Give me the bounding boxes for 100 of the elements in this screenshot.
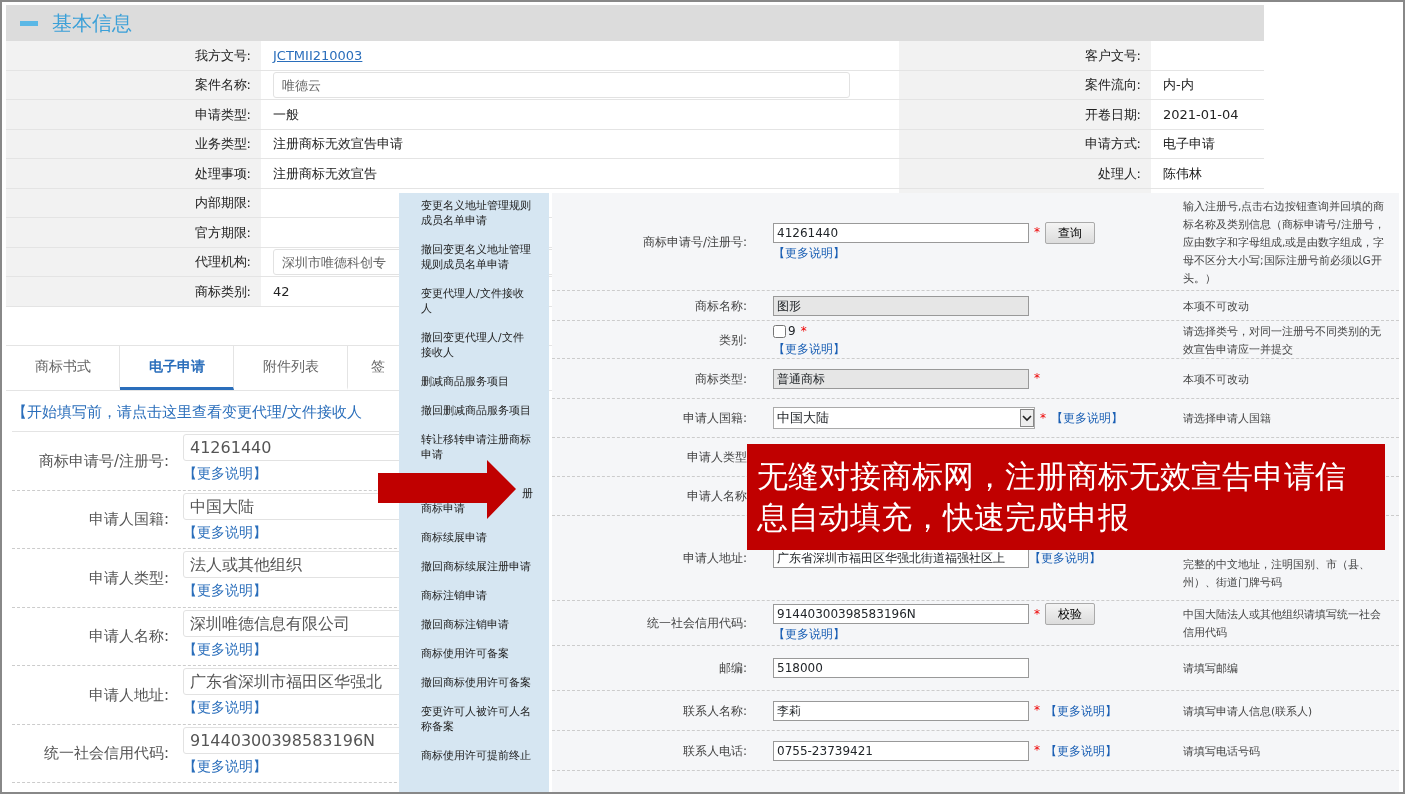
checkbox-label: 9 [788,323,796,338]
menu-item[interactable]: 撤回商标使用许可备案 [421,675,533,690]
menu-item[interactable]: 撤回删减商品服务项目 [421,403,533,418]
field-label: 申请人类型: [87,567,170,589]
input-field[interactable]: 0755-23739421 [773,740,1029,761]
dropdown-icon[interactable] [1020,409,1034,427]
input-field: 图形 [773,295,1029,316]
checkbox[interactable] [773,324,786,338]
input-field: 普通商标 [773,368,1029,389]
input-field[interactable]: 广东省深圳市福田区华强北街道福强社区上 [773,548,1029,568]
hint-text: 请填写邮编 [1183,661,1239,676]
field-label: 申请方式: [1084,135,1141,153]
field-value: 内-内 [1163,76,1194,94]
field-label: 统一社会信用代码: [645,615,747,632]
field-label: 申请类型: [194,105,251,124]
more-info-link[interactable]: 【更多说明】 [773,341,845,356]
field-label: 联系人电话: [681,742,747,760]
field-label: 代理机构: [194,253,251,271]
field-label: 官方期限: [194,223,251,242]
menu-item[interactable]: 变更许可人被许可人名称备案 [421,704,533,734]
action-button[interactable]: 查询 [1045,221,1095,244]
field-label: 申请人国籍: [87,509,170,530]
hint-text: 请选择类号，对同一注册号不同类别的无效宣告申请应一并提交 [1183,323,1382,357]
field-label: 申请人名称: [87,626,170,647]
menu-item[interactable]: 撤回变更代理人/文件接收人 [421,330,533,360]
required-mark: * [1034,703,1040,717]
tab[interactable]: 附件列表 [234,345,348,390]
field-label: 商标申请号/注册号: [37,450,170,472]
field-label: 申请人地址: [87,684,170,706]
field-label: 商标名称: [693,297,747,315]
hint-text: 本项不可改动 [1183,371,1250,387]
input-field[interactable]: 李莉 [773,700,1029,721]
hint-text: 中国大陆法人或其他组织请填写统一社会信用代码 [1183,607,1382,640]
field-value: 42 [273,282,290,301]
menu-item[interactable]: 商标使用许可提前终止 [421,748,533,763]
more-info-link[interactable]: 【更多说明】 [773,627,845,641]
field-label: 处理人: [1097,164,1141,183]
hint-text: 请选择申请人国籍 [1183,411,1272,426]
more-info-link[interactable]: 【更多说明】 [1029,550,1101,565]
more-info-link[interactable]: 【更多说明】 [773,245,845,260]
tab[interactable]: 签 [348,345,408,390]
required-mark: * [1034,371,1040,385]
menu-item[interactable]: 删减商品服务项目 [421,374,533,389]
menu-item[interactable]: 撤回商标注销申请 [421,617,533,632]
menu-item[interactable]: 撤回商标续展注册申请 [421,559,533,574]
field-value: 电子申请 [1163,135,1215,153]
tab[interactable]: 电子申请 [120,345,234,390]
hint-text: 完整的中文地址，注明国别、市（县、州）、街道门牌号码 [1183,557,1371,590]
field-label: 类别: [717,331,747,349]
tab[interactable]: 商标书式 [6,345,120,390]
case-number-link[interactable]: JCTMII210003 [273,45,363,65]
input-field[interactable]: 91440300398583196N [773,604,1029,624]
required-mark: * [1034,743,1040,757]
menu-item[interactable]: 商标使用许可备案 [421,646,533,661]
menu-item[interactable]: 变更名义地址管理规则成员名单申请 [421,198,533,228]
field-label: 商标申请号/注册号: [641,233,747,251]
callout-text: 无缝对接商标网，注册商标无效宣告申请信息自动填充，快速完成申报 [757,458,1346,535]
field-label: 申请人地址: [681,550,747,567]
field-value: 2021-01-04 [1163,105,1239,124]
section-title: 基本信息 [52,10,132,37]
menu-item[interactable]: 转让移转申请注册商标申请 [421,432,533,462]
field-label: 客户文号: [1084,46,1141,65]
field-label: 申请人国籍: [681,410,747,427]
input-field[interactable]: 41261440 [773,222,1029,243]
field-label: 联系人名称: [681,702,747,720]
hint-text: 输入注册号,点击右边按钮查询并回填的商标名称及类别信息（商标申请号/注册号，应由数字和字母组成,或是由数字组成，字母不区分大小写;国际注册号前必须以G开头。） [1183,198,1386,286]
menu-item[interactable]: 册 [522,487,533,499]
field-label: 处理事项: [194,164,251,183]
input-field[interactable]: 唯德云 [273,71,850,98]
field-label: 申请人类型 [686,449,747,466]
hint-text: 本项不可改动 [1183,298,1250,314]
field-value: 陈伟林 [1163,164,1202,183]
required-mark: * [800,323,807,338]
field-label: 商标类型: [693,370,747,388]
more-info-link[interactable]: 【更多说明】 [1045,743,1117,757]
field-value: 一般 [273,105,299,124]
field-label: 我方文号: [194,46,251,65]
select-field[interactable]: 中国大陆 [773,407,1035,429]
field-label: 业务类型: [194,135,251,153]
action-button[interactable]: 校验 [1045,603,1095,625]
menu-item[interactable]: 商标注销申请 [421,588,533,603]
required-mark: * [1034,225,1040,239]
field-label: 内部期限: [194,194,251,212]
more-info-link[interactable]: 【更多说明】 [1051,410,1123,425]
required-mark: * [1034,606,1040,621]
more-info-link[interactable]: 【更多说明】 [1045,703,1117,717]
hint-text: 请填写申请人信息(联系人) [1183,703,1314,719]
input-field[interactable]: 518000 [773,658,1029,678]
field-label: 案件流向: [1084,76,1141,94]
menu-item[interactable]: 撤回变更名义地址管理规则成员名单申请 [421,242,533,272]
hint-text: 请填写电话号码 [1183,743,1261,759]
menu-item[interactable]: 商标续展申请 [421,530,533,545]
menu-item[interactable]: 变更代理人/文件接收人 [421,286,533,316]
field-value: 注册商标无效宣告 [273,164,377,183]
field-label: 开卷日期: [1084,105,1141,124]
field-label: 案件名称: [194,76,251,94]
field-value: 注册商标无效宣告申请 [273,135,403,153]
arrow-icon [378,460,516,519]
menu-item[interactable]: 商标申请 [421,502,465,514]
field-label: 申请人名称 [686,488,747,505]
